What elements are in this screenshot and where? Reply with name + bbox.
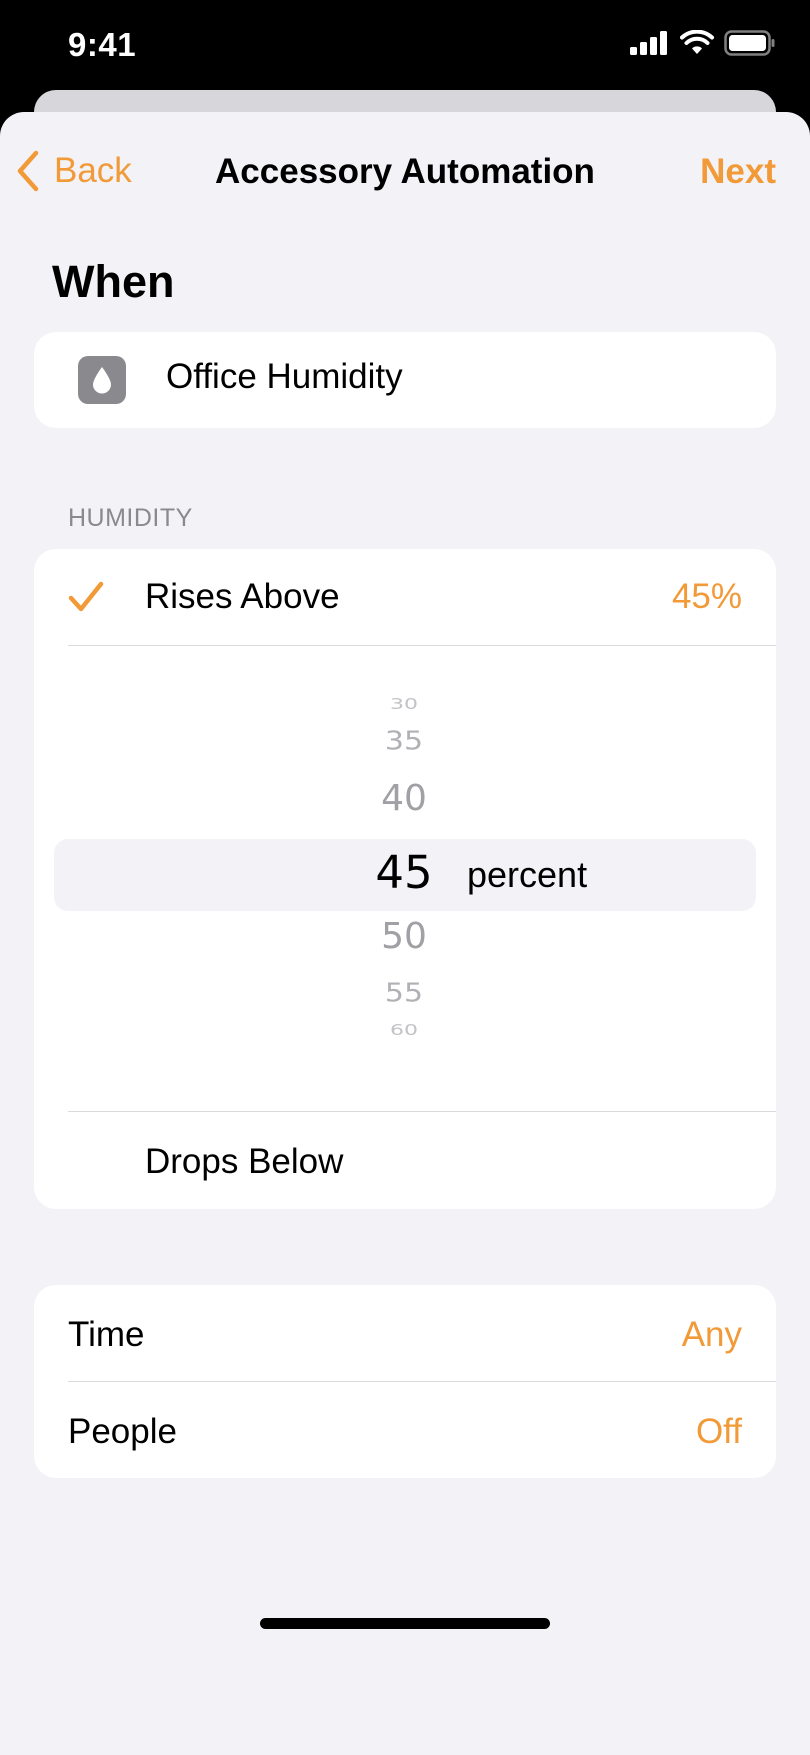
cellular-signal-icon — [630, 31, 667, 55]
picker-value: 55 — [384, 978, 424, 1009]
picker-value: 50 — [381, 916, 427, 957]
humidity-picker[interactable]: 30 35 40 45 percent 50 55 60 — [34, 646, 776, 1062]
people-row[interactable]: People Off — [34, 1382, 776, 1478]
wifi-icon — [680, 30, 714, 54]
navigation-bar: Back Accessory Automation Next — [0, 112, 810, 236]
status-icons — [630, 30, 776, 56]
when-heading: When — [52, 256, 175, 307]
time-row[interactable]: Time Any — [34, 1285, 776, 1381]
drops-below-row[interactable]: Drops Below — [34, 1112, 776, 1209]
drops-below-label: Drops Below — [145, 1142, 344, 1181]
accessory-name: Office Humidity — [166, 357, 403, 396]
humidity-card: Rises Above 45% 30 35 40 45 percent 50 5… — [34, 549, 776, 1209]
rises-above-label: Rises Above — [145, 577, 340, 616]
rises-above-value: 45% — [671, 577, 742, 616]
status-time: 9:41 — [68, 26, 137, 63]
humidity-drop-icon — [78, 356, 126, 404]
humidity-section-label: HUMIDITY — [68, 504, 193, 532]
options-card: Time Any People Off — [34, 1285, 776, 1478]
rises-above-row[interactable]: Rises Above 45% — [34, 549, 776, 645]
home-indicator[interactable] — [260, 1618, 550, 1629]
time-value: Any — [681, 1315, 742, 1354]
picker-value: 60 — [390, 1021, 418, 1040]
status-bar: 9:41 — [0, 0, 810, 90]
checkmark-icon — [68, 581, 104, 612]
next-button[interactable]: Next — [700, 152, 776, 192]
people-value: Off — [695, 1412, 742, 1451]
battery-icon — [724, 30, 775, 56]
time-label: Time — [68, 1315, 145, 1354]
people-label: People — [68, 1412, 177, 1451]
picker-unit: percent — [467, 854, 588, 895]
picker-value: 40 — [381, 778, 427, 819]
automation-sheet: Back Accessory Automation Next When Offi… — [0, 112, 810, 1755]
picker-value: 30 — [390, 695, 418, 714]
nav-title: Accessory Automation — [215, 152, 595, 191]
picker-value: 35 — [384, 726, 424, 757]
accessory-row[interactable]: Office Humidity — [34, 332, 776, 428]
